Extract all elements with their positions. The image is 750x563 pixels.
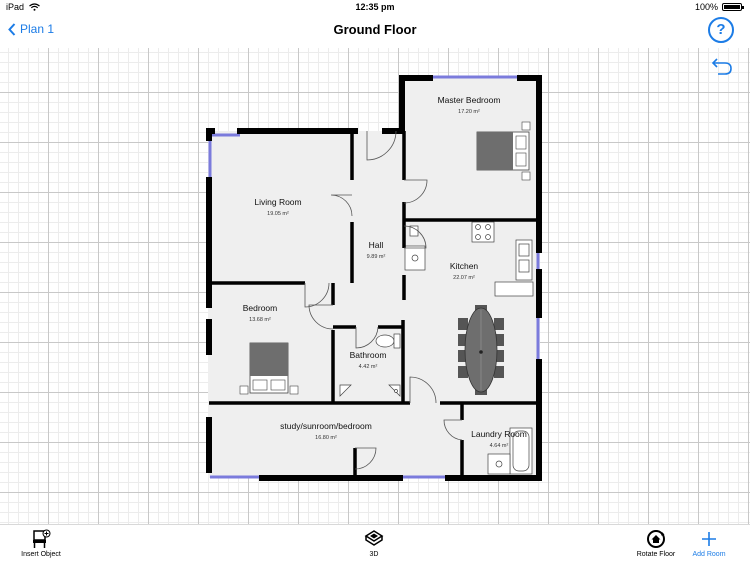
help-icon: ? [716,21,726,38]
room-area: 16.80 m² [315,435,337,441]
room-name: study/sunroom/bedroom [280,421,372,431]
navigation-bar: Plan 1 Ground Floor ? [0,14,750,48]
status-bar: iPad 12:35 pm 100% [0,0,750,14]
rotate-floor-label: Rotate Floor [636,551,676,558]
floor-plan-canvas[interactable]: Master Bedroom 17.20 m² Living Room 19.0… [0,48,750,524]
battery-percent: 100% [694,2,718,12]
insert-object-button[interactable]: Insert Object [14,529,68,558]
room-name: Laundry Room [471,429,527,439]
bottom-toolbar: Insert Object 3D Rotate Floor Add Room [0,524,750,563]
room-area: 4.42 m² [359,364,378,370]
help-button[interactable]: ? [708,17,734,43]
room-area: 22.07 m² [453,275,475,281]
back-button[interactable]: Plan 1 [8,22,54,36]
add-room-button[interactable]: Add Room [690,529,728,558]
battery-icon [722,3,744,11]
room-area: 9.89 m² [367,254,386,260]
insert-object-label: Insert Object [21,551,61,558]
room-name: Bedroom [243,303,278,313]
chevron-left-icon [8,22,16,36]
room-name: Living Room [254,197,301,207]
add-room-label: Add Room [692,551,726,558]
floor-plan[interactable]: Master Bedroom 17.20 m² Living Room 19.0… [0,48,750,524]
status-time: 12:35 pm [355,2,395,12]
rotate-floor-button[interactable]: Rotate Floor [632,529,680,558]
back-label: Plan 1 [20,22,55,36]
room-area: 4.64 m² [490,443,509,449]
room-name: Bathroom [350,350,387,360]
chair-icon [33,529,51,548]
view-3d-label: 3D [369,551,379,558]
room-area: 17.20 m² [458,109,480,115]
room-name: Hall [369,240,384,250]
room-name: Kitchen [450,261,479,271]
view-3d-button[interactable]: 3D [362,529,386,558]
room-name: Master Bedroom [438,95,501,105]
plus-icon [702,532,716,546]
room-area: 19.05 m² [267,211,289,217]
page-title: Ground Floor [333,22,417,37]
room-area: 13.68 m² [249,317,271,323]
cube-3d-icon [364,530,384,546]
rotate-house-icon [647,530,665,548]
